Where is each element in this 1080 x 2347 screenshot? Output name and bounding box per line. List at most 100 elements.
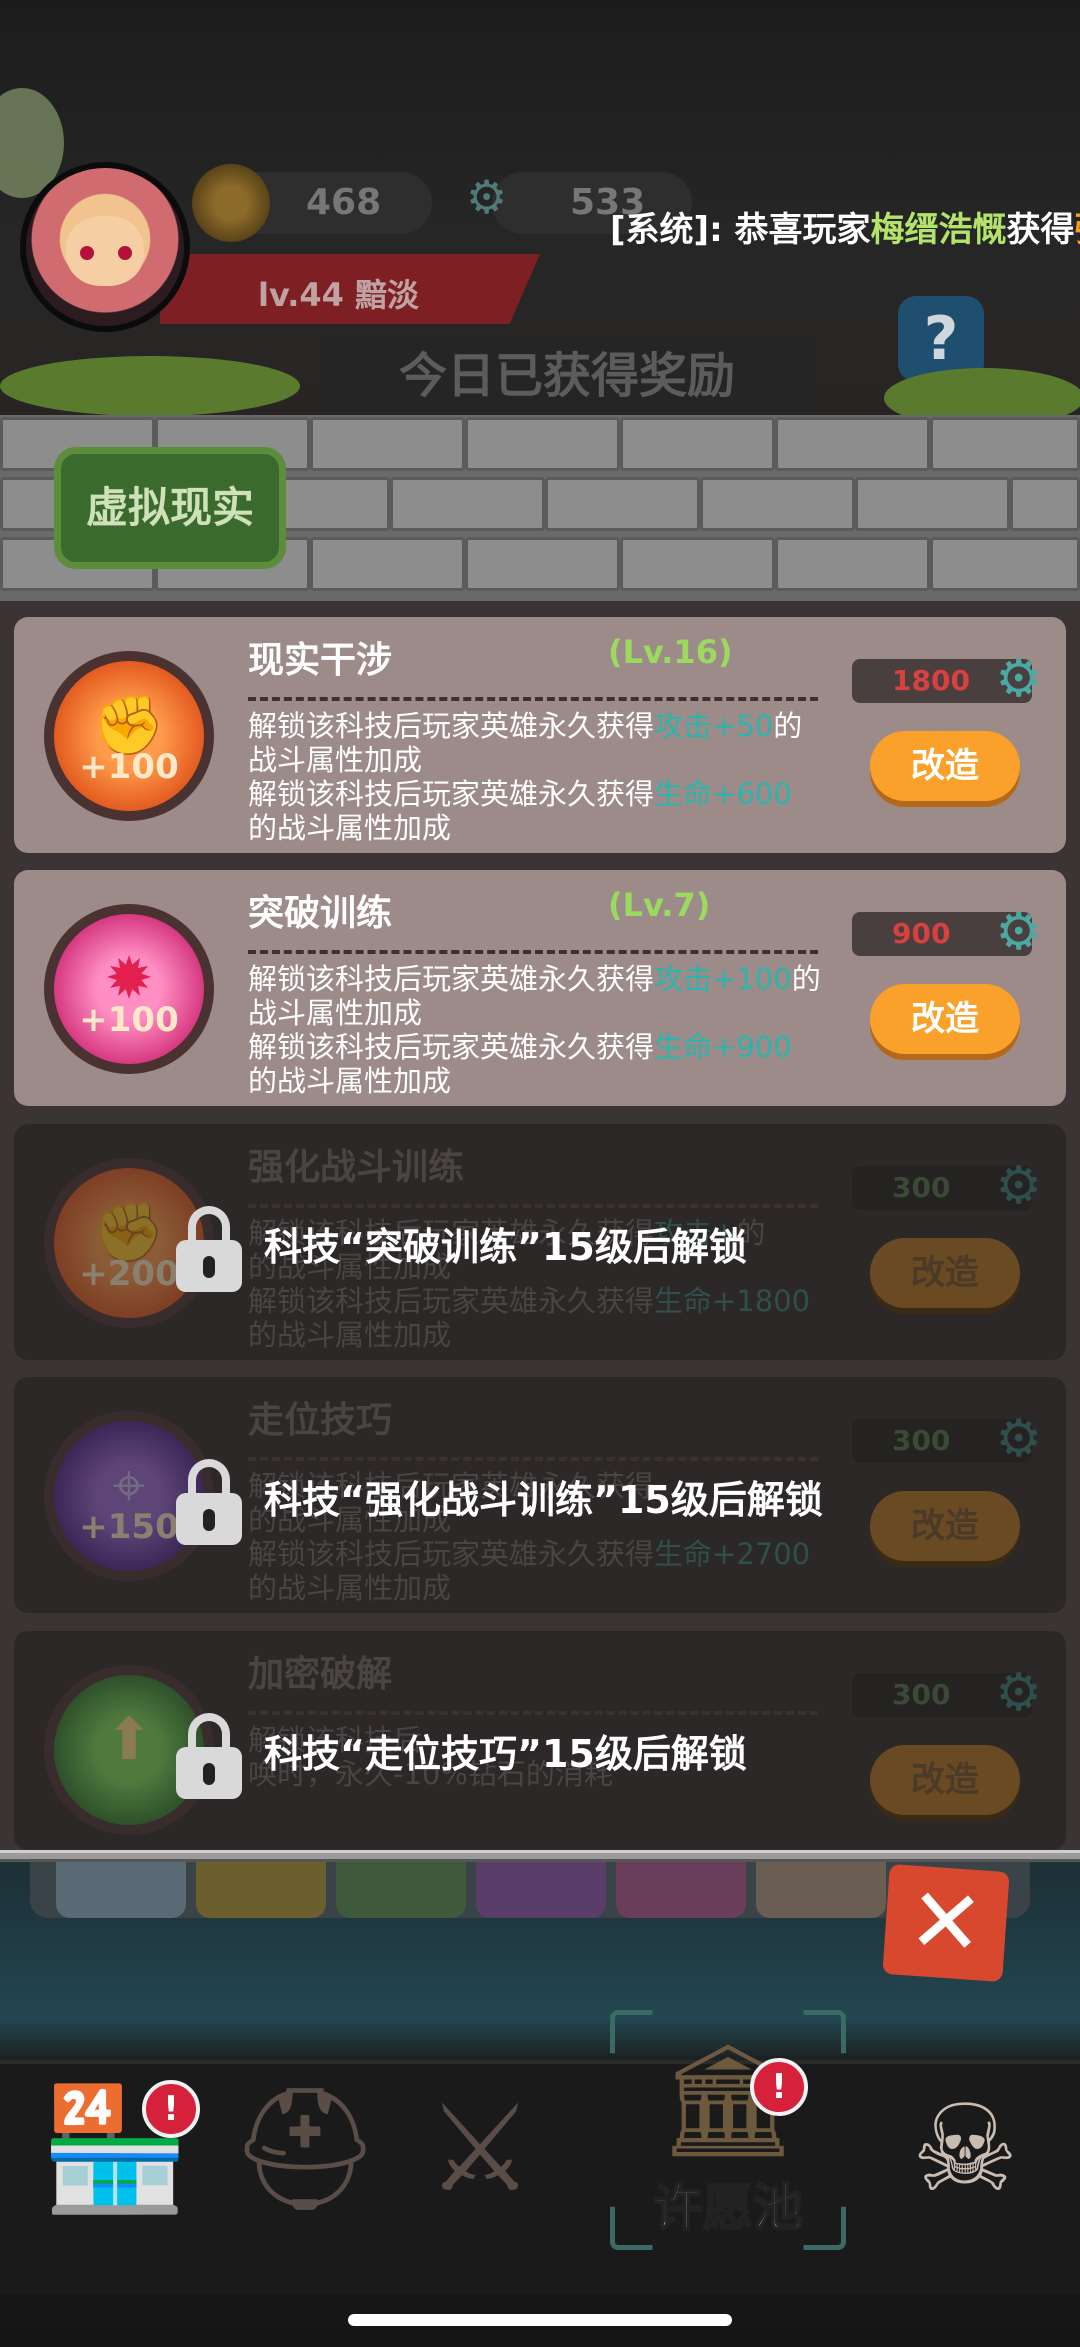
tech-level: (Lv.7) <box>608 886 711 924</box>
coin-value: 468 <box>306 182 382 223</box>
upgrade-cost: 300 ⚙ <box>852 1665 1042 1721</box>
medal-bonus: +100 <box>79 747 179 787</box>
desc-text: 的 <box>773 709 803 743</box>
wishing-pool-label: 许愿池 <box>652 2178 804 2238</box>
tech-card: ✹ +100 突破训练 (Lv.7) 解锁该科技后玩家英雄永久获得攻击+100的… <box>14 870 1066 1106</box>
shelf-slot <box>616 1862 746 1918</box>
wall-brick <box>465 537 620 591</box>
wall-brick <box>545 477 700 531</box>
wall-brick <box>700 477 855 531</box>
gear-icon: ⚙ <box>995 1409 1042 1469</box>
desc-stat: 生命+ <box>654 777 737 811</box>
divider-dashed <box>248 1711 818 1715</box>
unlock-requirement: 科技“突破训练”15级后解锁 <box>264 1225 747 1269</box>
wall-brick <box>390 477 545 531</box>
desc-text: 解锁该科技后玩家英雄永久获得 <box>248 1284 655 1318</box>
gear-icon: ⚙ <box>995 649 1042 709</box>
notification-badge: ! <box>750 2058 808 2116</box>
nav-weapons[interactable]: ⚔ <box>395 2080 565 2260</box>
wall-brick <box>620 417 775 471</box>
unlock-requirement: 科技“走位技巧”15级后解锁 <box>264 1732 747 1776</box>
desc-text: 的 <box>791 962 821 996</box>
desc-stat: 攻击+ <box>654 709 737 743</box>
broadcast-prefix: [系统]: 恭喜玩家 <box>610 210 871 250</box>
category-badge[interactable]: 虚拟现实 <box>54 447 286 569</box>
divider-dashed <box>248 1204 818 1208</box>
desc-text: 解锁该科技后玩家英雄永久获得 <box>248 1030 655 1064</box>
desc-stat-value: 1800 <box>736 1284 811 1318</box>
crossed-guns-icon: ⚔ <box>426 2080 534 2219</box>
panel-bottom-rail <box>0 1850 1080 1862</box>
divider-dashed <box>248 697 818 701</box>
fist-medal-icon: ✊ +100 <box>44 651 214 821</box>
broadcast-mid: 获得 <box>1006 210 1075 250</box>
upgrade-cost: 300 ⚙ <box>852 1411 1042 1467</box>
desc-text: 的战斗属性加成 <box>248 1318 452 1352</box>
nav-wishing-pool[interactable]: 🏛 ! 许愿池 <box>610 2010 846 2250</box>
nav-hero[interactable]: ⛑ <box>220 2080 390 2260</box>
system-broadcast: [系统]: 恭喜玩家梅缙浩慨获得强 <box>610 202 1080 251</box>
divider-dashed <box>248 1457 818 1461</box>
cost-value: 1800 <box>892 664 970 697</box>
gear-icon: ⚙ <box>995 902 1042 962</box>
broadcast-player-name: 梅缙浩慨 <box>870 210 1007 250</box>
player-avatar[interactable] <box>20 162 190 332</box>
shelf-slot <box>196 1862 326 1918</box>
desc-text: 的战斗属性加成 <box>248 811 452 845</box>
desc-stat-value: 900 <box>736 1030 792 1064</box>
upgrade-button[interactable]: 改造 <box>870 984 1020 1054</box>
upgrade-button[interactable]: 改造 <box>870 731 1020 801</box>
desc-text: 战斗属性加成 <box>248 743 423 777</box>
avatar-face <box>66 216 144 286</box>
tech-description: 解锁该科技后玩家英雄永久获得攻击+100的 战斗属性加成 解锁该科技后玩家英雄永… <box>248 962 848 1098</box>
nav-shop[interactable]: 🏪 ! <box>30 2080 200 2260</box>
upgrade-cost: 900 ⚙ <box>852 904 1042 960</box>
cost-value: 300 <box>892 1678 951 1711</box>
gear-currency-icon: ⚙ <box>466 170 508 224</box>
tech-title: 走位技巧 <box>248 1400 393 1441</box>
tech-level: (Lv.16) <box>608 633 733 671</box>
avatar-eye-left <box>80 246 94 260</box>
upgrade-button-disabled: 改造 <box>870 1238 1020 1308</box>
cost-value: 300 <box>892 1424 951 1457</box>
lock-icon <box>176 1459 242 1545</box>
broadcast-tail: 强 <box>1075 210 1080 250</box>
tech-title: 突破训练 <box>248 893 393 934</box>
avatar-eye-right <box>118 246 132 260</box>
coin-icon <box>192 164 270 242</box>
shelf-slot <box>336 1862 466 1918</box>
unlock-requirement: 科技“强化战斗训练”15级后解锁 <box>264 1478 823 1522</box>
lock-icon <box>176 1713 242 1799</box>
wishing-well-icon: 🏛 <box>658 2036 798 2164</box>
knight-helmet-icon: ⛑ <box>228 2080 382 2219</box>
cost-value: 900 <box>892 917 951 950</box>
medal-bonus: +100 <box>79 1000 179 1040</box>
desc-text: 解锁该科技后玩家英雄永久获得 <box>248 709 655 743</box>
lock-icon <box>176 1206 242 1292</box>
desc-stat: 生命+ <box>654 1030 737 1064</box>
desc-stat-value: 2700 <box>736 1537 811 1571</box>
wall-brick <box>930 417 1080 471</box>
tech-title: 加密破解 <box>248 1654 393 1695</box>
today-reward-title: 今日已获得奖励 <box>322 335 812 417</box>
wall-brick <box>855 477 1010 531</box>
leaf-decoration-left <box>0 356 300 416</box>
desc-text: 解锁该科技后玩家英雄永久获得 <box>248 777 655 811</box>
desc-text: 的战斗属性加成 <box>248 1064 452 1098</box>
tech-title: 现实干涉 <box>248 640 393 681</box>
skull-icon: ☠ <box>911 2080 1019 2219</box>
gear-icon: ⚙ <box>995 1156 1042 1216</box>
desc-text: 解锁该科技后玩家英雄永久获得 <box>248 1537 655 1571</box>
close-button[interactable]: ✕ <box>882 1863 1010 1983</box>
desc-stat: 生命+ <box>654 1284 737 1318</box>
desc-stat: 生命+ <box>654 1537 737 1571</box>
nav-boss[interactable]: ☠ <box>880 2080 1050 2260</box>
desc-stat-value: 600 <box>736 777 792 811</box>
desc-text: 战斗属性加成 <box>248 996 423 1030</box>
home-indicator[interactable] <box>348 2314 732 2326</box>
shelf-slot <box>756 1862 886 1918</box>
desc-stat: 攻击+ <box>654 962 737 996</box>
wall-brick <box>620 537 775 591</box>
desc-stat-value: 100 <box>736 962 792 996</box>
wall-brick <box>775 417 930 471</box>
